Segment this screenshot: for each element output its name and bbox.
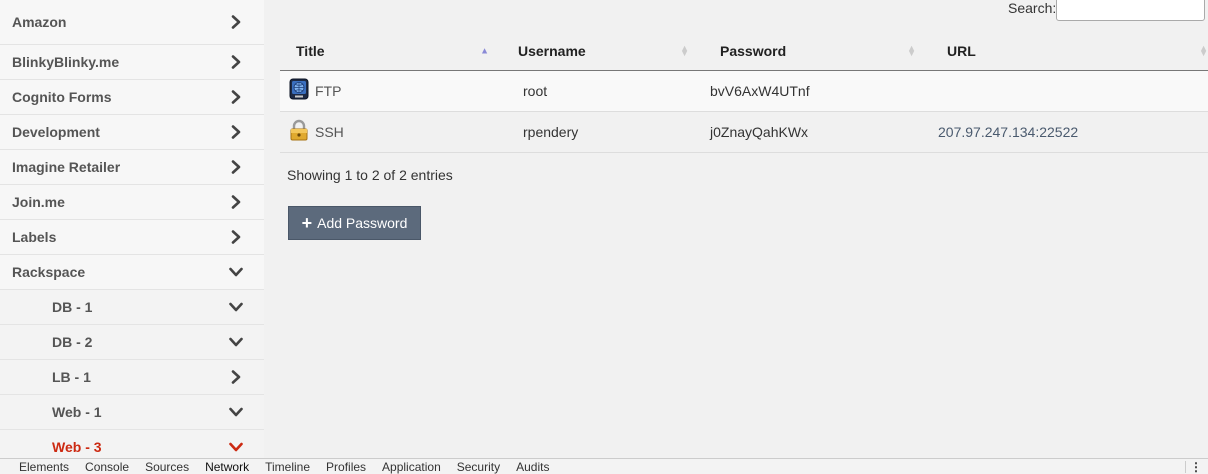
cell-username: root: [501, 70, 701, 112]
cell-title: FTP: [280, 70, 501, 112]
cell-username: rpendery: [501, 111, 701, 153]
sidebar-subitem-lb-1[interactable]: LB - 1: [0, 360, 264, 395]
sidebar-item-label: Labels: [12, 229, 57, 245]
sort-both-icon: ▲ ▼: [907, 42, 916, 58]
devtools-tab-elements[interactable]: Elements: [19, 459, 69, 474]
chevron-down-icon: [229, 300, 243, 314]
sidebar-subitem-web-1[interactable]: Web - 1: [0, 395, 264, 430]
sidebar-item-label: DB - 2: [52, 334, 93, 350]
cell-url: [928, 70, 1208, 112]
sidebar-item-blinkyblinky[interactable]: BlinkyBlinky.me: [0, 45, 264, 80]
ftp-globe-icon: [289, 78, 309, 103]
sidebar-item-cognito-forms[interactable]: Cognito Forms: [0, 80, 264, 115]
sidebar-item-label: BlinkyBlinky.me: [12, 54, 120, 70]
password-table: Title ▲ Username ▲ ▼ Password ▲ ▼ URL ▲ ▼: [280, 32, 1208, 153]
main-panel: Search: Title ▲ Username ▲ ▼ Password ▲ ▼ …: [264, 0, 1208, 458]
sidebar-item-label: Web - 1: [52, 404, 102, 420]
sidebar-subitem-web-3[interactable]: Web - 3: [0, 430, 264, 458]
cell-title: SSH: [280, 111, 501, 153]
sidebar-item-imagine-retailer[interactable]: Imagine Retailer: [0, 150, 264, 185]
sort-both-icon: ▲ ▼: [1199, 42, 1208, 58]
chevron-down-icon: [229, 405, 243, 419]
sidebar-item-joinme[interactable]: Join.me: [0, 185, 264, 220]
column-header-url[interactable]: URL ▲ ▼: [928, 32, 1208, 71]
username-value: root: [523, 82, 548, 99]
chevron-right-icon: [229, 230, 243, 244]
password-value: bvV6AxW4UTnf: [710, 82, 810, 99]
sidebar: Amazon BlinkyBlinky.me Cognito Forms Dev…: [0, 0, 264, 458]
sidebar-item-labels[interactable]: Labels: [0, 220, 264, 255]
devtools-tab-network[interactable]: Network: [205, 459, 249, 474]
column-header-password[interactable]: Password ▲ ▼: [701, 32, 928, 71]
devtools-tabbar: Elements Console Sources Network Timelin…: [0, 458, 1208, 474]
column-header-label: Username: [518, 42, 586, 59]
sidebar-item-development[interactable]: Development: [0, 115, 264, 150]
entry-title-link[interactable]: FTP: [315, 83, 341, 99]
devtools-tab-console[interactable]: Console: [85, 459, 129, 474]
sidebar-item-label: Web - 3: [52, 439, 102, 455]
sidebar-item-label: Cognito Forms: [12, 89, 112, 105]
chevron-down-icon: [229, 440, 243, 454]
table-row[interactable]: FTP root bvV6AxW4UTnf: [280, 70, 1208, 112]
chevron-right-icon: [229, 370, 243, 384]
cell-password: j0ZnayQahKWx: [701, 111, 928, 153]
chevron-right-icon: [229, 55, 243, 69]
devtools-tab-application[interactable]: Application: [382, 459, 441, 474]
sidebar-item-label: Join.me: [12, 194, 65, 210]
sort-asc-icon: ▲: [480, 45, 489, 56]
chevron-right-icon: [229, 160, 243, 174]
sidebar-item-label: Amazon: [12, 14, 67, 30]
devtools-tab-sources[interactable]: Sources: [145, 459, 189, 474]
column-header-label: URL: [947, 42, 976, 59]
devtools-tab-profiles[interactable]: Profiles: [326, 459, 366, 474]
chevron-right-icon: [229, 90, 243, 104]
sidebar-item-label: Development: [12, 124, 100, 140]
devtools-tab-security[interactable]: Security: [457, 459, 500, 474]
chevron-right-icon: [229, 125, 243, 139]
sidebar-subitem-db-1[interactable]: DB - 1: [0, 290, 264, 325]
username-value: rpendery: [523, 123, 579, 140]
chevron-down-icon: [229, 265, 243, 279]
sidebar-item-amazon[interactable]: Amazon: [0, 0, 264, 45]
table-info: Showing 1 to 2 of 2 entries: [287, 167, 453, 183]
entry-title-link[interactable]: SSH: [315, 124, 344, 140]
chevron-right-icon: [229, 195, 243, 209]
sort-both-icon: ▲ ▼: [680, 42, 689, 58]
devtools-tab-audits[interactable]: Audits: [516, 459, 549, 474]
add-password-button[interactable]: + Add Password: [288, 206, 421, 240]
table-header-row: Title ▲ Username ▲ ▼ Password ▲ ▼ URL ▲ ▼: [280, 32, 1208, 71]
chevron-down-icon: [229, 335, 243, 349]
devtools-tab-timeline[interactable]: Timeline: [265, 459, 310, 474]
sidebar-item-label: Rackspace: [12, 264, 86, 280]
padlock-icon: [289, 119, 309, 144]
sidebar-item-label: Imagine Retailer: [12, 159, 121, 175]
cell-password: bvV6AxW4UTnf: [701, 70, 928, 112]
table-row[interactable]: SSH rpendery j0ZnayQahKWx 207.97.247.134…: [280, 111, 1208, 153]
sidebar-subitem-db-2[interactable]: DB - 2: [0, 325, 264, 360]
more-options-icon[interactable]: ⋮: [1190, 460, 1202, 474]
sidebar-item-label: DB - 1: [52, 299, 93, 315]
plus-icon: +: [301, 213, 313, 233]
url-link[interactable]: 207.97.247.134:22522: [938, 124, 1078, 140]
divider: [1185, 461, 1186, 473]
sidebar-item-label: LB - 1: [52, 369, 91, 385]
sidebar-item-rackspace[interactable]: Rackspace: [0, 255, 264, 290]
password-value: j0ZnayQahKWx: [710, 123, 809, 140]
column-header-label: Password: [720, 42, 787, 59]
add-password-label: Add Password: [317, 215, 408, 231]
search-input[interactable]: [1056, 0, 1205, 21]
cell-url: 207.97.247.134:22522: [928, 111, 1208, 153]
column-header-username[interactable]: Username ▲ ▼: [501, 32, 701, 71]
search-label: Search:: [1008, 0, 1057, 16]
column-header-title[interactable]: Title ▲: [280, 32, 501, 71]
chevron-right-icon: [229, 15, 243, 29]
column-header-label: Title: [296, 42, 325, 59]
